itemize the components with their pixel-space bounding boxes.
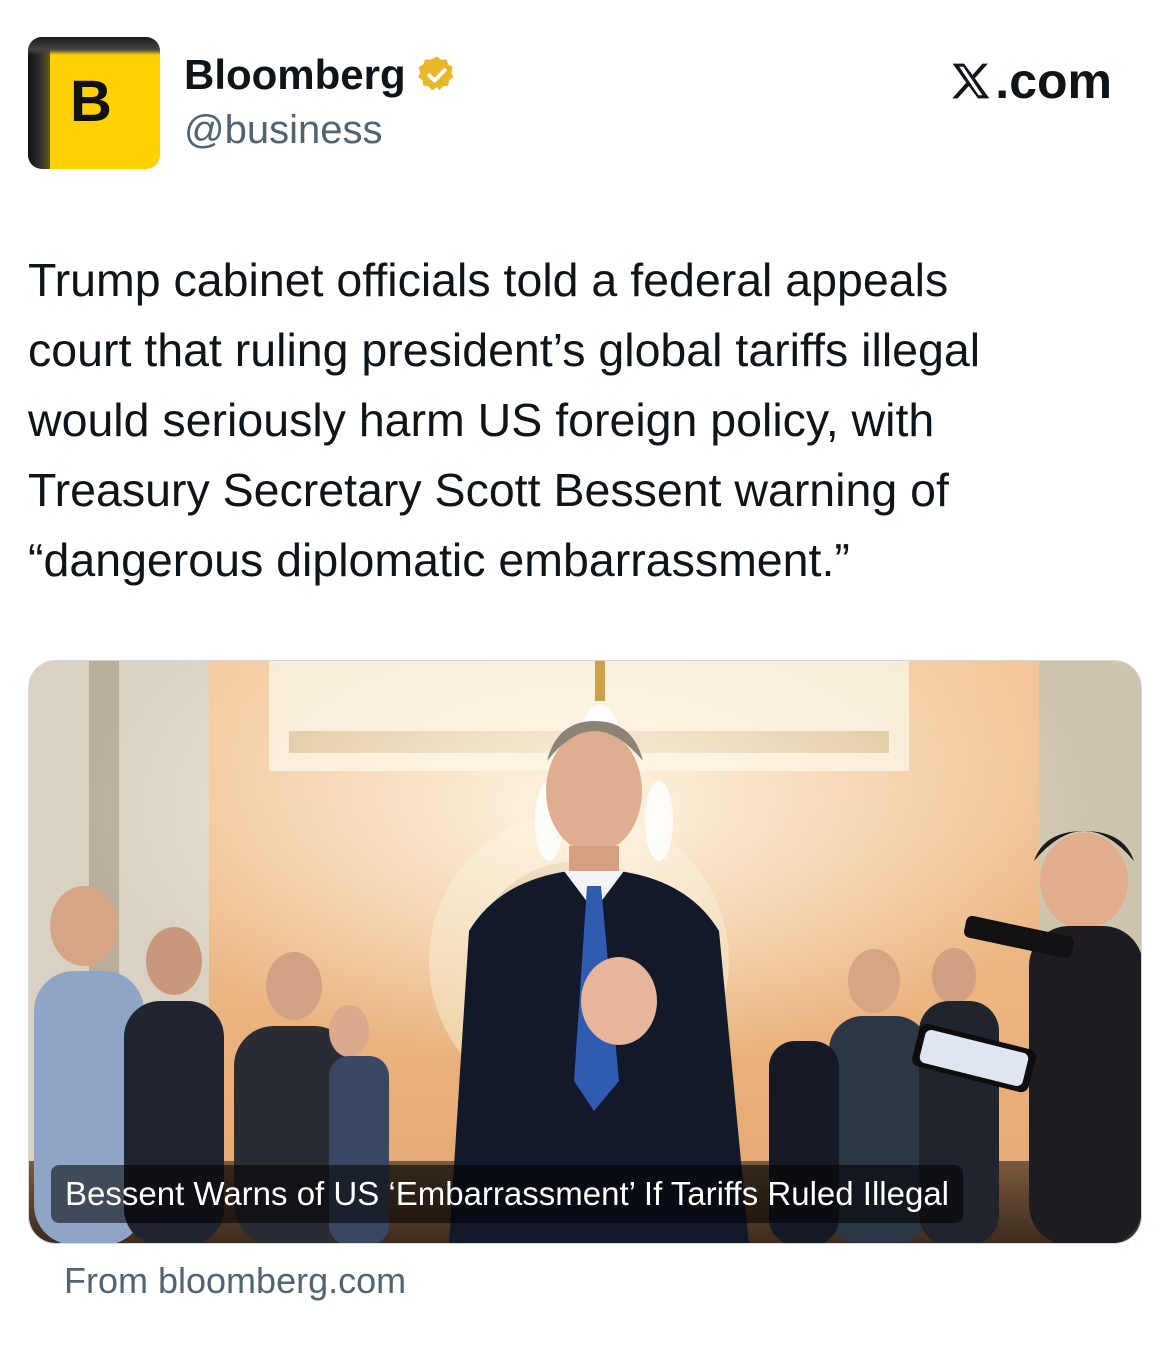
author-block: Bloomberg @business: [184, 49, 458, 155]
x-logo-icon: [952, 63, 990, 99]
card-source[interactable]: From bloomberg.com: [64, 1258, 406, 1304]
author-handle[interactable]: @business: [184, 105, 458, 155]
avatar-letter: B: [70, 69, 112, 134]
card-photo[interactable]: [29, 661, 1142, 1244]
author-name-row[interactable]: Bloomberg: [184, 49, 458, 101]
site-badge: .com: [949, 51, 1112, 111]
site-label: .com: [995, 53, 1112, 109]
avatar-shade-top: [28, 37, 160, 55]
card-caption[interactable]: Bessent Warns of US ‘Embarrassment’ If T…: [51, 1165, 964, 1223]
author-name[interactable]: Bloomberg: [184, 49, 406, 101]
tweet-text: Trump cabinet officials told a federal a…: [28, 254, 981, 586]
verified-badge-icon: [417, 56, 453, 91]
avatar-shade: [28, 37, 50, 169]
tweet-header: B Bloomberg @business .com: [28, 37, 1142, 171]
avatar[interactable]: B: [28, 37, 160, 169]
link-card[interactable]: Bessent Warns of US ‘Embarrassment’ If T…: [28, 660, 1142, 1244]
